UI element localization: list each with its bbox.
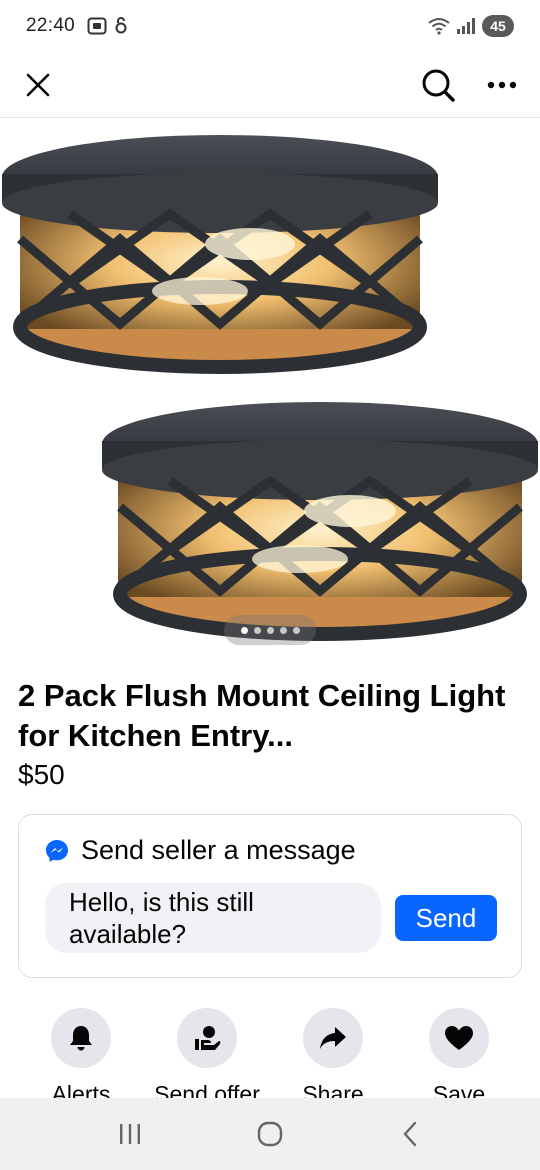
image-pagination [224,615,316,645]
message-seller-card: Send seller a message Hello, is this sti… [18,814,522,978]
battery-indicator: 45 [482,15,514,37]
home-button[interactable] [240,1109,300,1159]
offer-icon [195,1026,221,1050]
search-icon [422,69,455,102]
light-fixture-2 [102,402,538,641]
signal-icon [457,18,475,34]
more-button[interactable] [482,65,522,105]
send-offer-action[interactable]: Send offer [142,1008,272,1108]
lock-icon [115,17,127,34]
close-icon [26,73,50,96]
bell-icon [70,1026,92,1051]
back-icon [403,1121,417,1147]
product-photo[interactable] [0,119,540,651]
send-offer-button[interactable] [177,1008,237,1068]
top-nav [0,52,540,118]
back-button[interactable] [380,1109,440,1159]
recent-apps-icon [120,1124,140,1144]
ceiling-light-image [2,135,538,641]
save-button[interactable] [429,1008,489,1068]
heart-icon [445,1026,473,1050]
system-navigation-bar [0,1098,540,1170]
listing-title: 2 Pack Flush Mount Ceiling Light for Kit… [18,676,523,756]
action-row: Alerts Send offer Share Save [0,1008,540,1107]
send-button[interactable]: Send [395,895,497,941]
status-bar: 22:40 45 [0,0,540,52]
light-fixture-1 [2,135,438,374]
status-time: 22:40 [26,15,76,36]
search-button[interactable] [418,65,458,105]
share-button[interactable] [303,1008,363,1068]
nav-right [418,65,522,105]
pagination-dot[interactable] [253,626,261,634]
share-icon [320,1027,346,1049]
message-heading: Send seller a message [45,835,356,866]
message-input-value: Hello, is this still available? [69,887,254,949]
listing-title-text: 2 Pack Flush Mount Ceiling Light for Kit… [18,678,506,753]
home-icon [257,1121,283,1147]
status-right: 45 [428,15,514,37]
more-icon [487,81,517,88]
pagination-dot[interactable] [266,626,274,634]
messenger-icon [46,839,68,862]
status-left-icons [87,17,127,35]
close-button[interactable] [18,65,58,105]
pagination-dot[interactable] [240,626,248,634]
message-heading-text: Send seller a message [81,835,356,865]
listing-price: $50 [18,759,65,790]
pagination-dot[interactable] [279,626,287,634]
alerts-action[interactable]: Alerts [16,1008,146,1108]
message-input[interactable]: Hello, is this still available? [45,883,381,953]
share-action[interactable]: Share [268,1008,398,1108]
screenshot-icon [87,17,107,35]
alerts-button[interactable] [51,1008,111,1068]
wifi-icon [428,18,450,35]
recent-apps-button[interactable] [100,1109,160,1159]
save-action[interactable]: Save [394,1008,524,1108]
pagination-dot[interactable] [292,626,300,634]
